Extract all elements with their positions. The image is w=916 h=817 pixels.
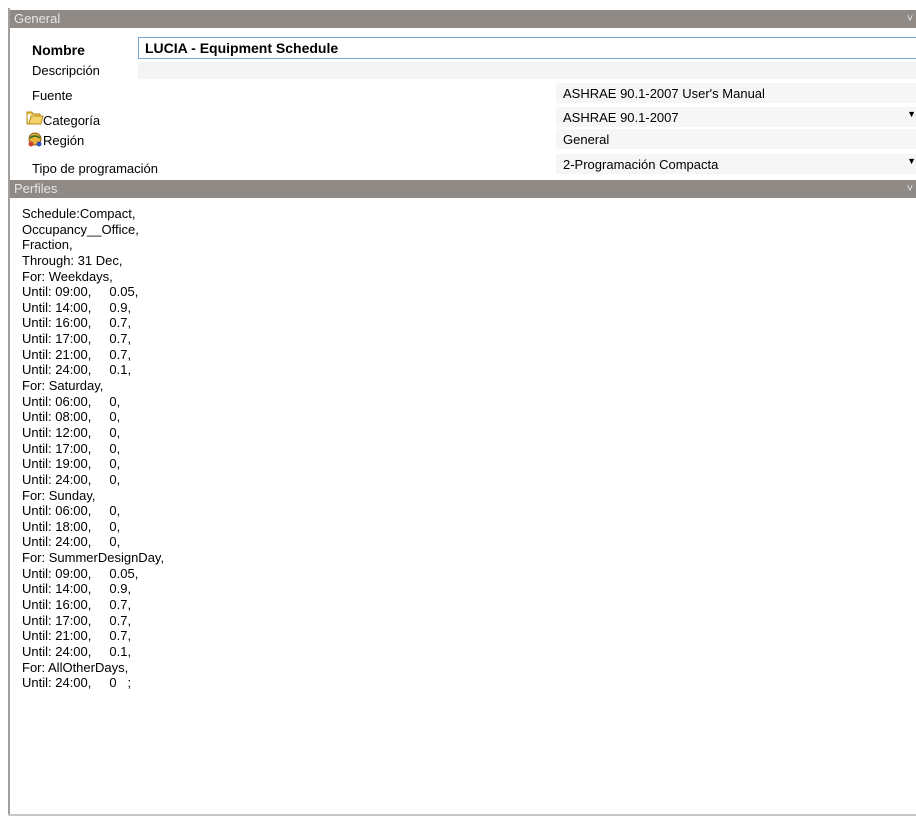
fuente-value[interactable]: ASHRAE 90.1-2007 User's Manual <box>563 86 765 101</box>
profile-line: For: Saturday, <box>22 378 104 394</box>
profile-line: Until: 16:00, 0.7, <box>22 597 132 613</box>
descripcion-input[interactable] <box>138 62 916 79</box>
properties-panel: General ˅ Nombre LUCIA - Equipment Sched… <box>0 0 916 817</box>
profile-line: For: SummerDesignDay, <box>22 550 165 566</box>
profile-line: Until: 09:00, 0.05, <box>22 565 139 581</box>
profile-line: Until: 24:00, 0.1, <box>22 362 132 378</box>
perfiles-section-header[interactable]: Perfiles ˅ <box>10 180 916 198</box>
profile-line: For: Sunday, <box>22 487 96 503</box>
profile-line: Until: 09:00, 0.05, <box>22 284 139 300</box>
dropdown-arrow-icon[interactable]: ▼ <box>907 109 916 119</box>
region-value[interactable]: General <box>563 132 609 147</box>
categoria-value[interactable]: ASHRAE 90.1-2007 <box>563 110 679 125</box>
tipo-label: Tipo de programación <box>32 161 158 176</box>
profile-line: Until: 12:00, 0, <box>22 424 121 440</box>
profile-line: Schedule:Compact, <box>22 206 136 221</box>
profile-line: Until: 18:00, 0, <box>22 518 121 534</box>
perfiles-section-title: Perfiles <box>14 181 58 196</box>
profile-line: Until: 06:00, 0, <box>22 393 121 409</box>
fuente-label: Fuente <box>32 88 73 103</box>
dropdown-arrow-icon[interactable]: ▼ <box>907 156 916 166</box>
profile-line: Until: 14:00, 0.9, <box>22 581 132 597</box>
profile-line: Until: 24:00, 0, <box>22 534 121 550</box>
folder-icon <box>26 111 44 125</box>
tipo-value[interactable]: 2-Programación Compacta <box>563 157 718 172</box>
profile-line: For: Weekdays, <box>22 268 113 284</box>
profile-line: Through: 31 Dec, <box>22 252 123 268</box>
nombre-row: Nombre LUCIA - Equipment Schedule <box>10 36 916 59</box>
panel-bottom-border <box>8 814 916 816</box>
fuente-row[interactable]: Fuente ASHRAE 90.1-2007 User's Manual <box>10 83 916 105</box>
profile-line: Until: 17:00, 0, <box>22 440 121 456</box>
profile-line: Until: 17:00, 0.7, <box>22 331 132 347</box>
general-section-header[interactable]: General ˅ <box>10 10 916 28</box>
profile-line: Until: 06:00, 0, <box>22 503 121 519</box>
nombre-label: Nombre <box>32 42 85 58</box>
profile-line: Until: 16:00, 0.7, <box>22 315 132 331</box>
descripcion-label: Descripción <box>32 63 100 78</box>
categoria-label: Categoría <box>43 113 101 128</box>
profile-line: Until: 17:00, 0.7, <box>22 612 132 628</box>
profile-line: For: AllOtherDays, <box>22 659 129 675</box>
profile-line: Until: 14:00, 0.9, <box>22 299 132 315</box>
nombre-input[interactable]: LUCIA - Equipment Schedule <box>138 37 916 59</box>
globe-people-icon <box>28 132 42 147</box>
profile-text-area[interactable]: Schedule:Compact, Occupancy__Office, Fract… <box>22 206 902 691</box>
tipo-row[interactable]: Tipo de programación 2-Programación Comp… <box>10 154 916 176</box>
descripcion-row: Descripción <box>10 61 916 83</box>
categoria-row[interactable]: Categoría ASHRAE 90.1-2007 ▼ <box>10 107 916 129</box>
region-row[interactable]: Región General <box>10 129 916 151</box>
profile-line: Until: 21:00, 0.7, <box>22 346 132 362</box>
profile-line: Until: 24:00, 0 ; <box>22 675 132 691</box>
region-label: Región <box>43 133 85 148</box>
region-value-bg <box>556 129 916 149</box>
chevron-collapse-icon[interactable]: ˅ <box>904 180 916 198</box>
general-section-title: General <box>14 11 61 26</box>
profile-line: Until: 08:00, 0, <box>22 409 121 425</box>
profile-line: Until: 21:00, 0.7, <box>22 628 132 644</box>
profile-line: Until: 24:00, 0.1, <box>22 643 132 659</box>
profile-line: Until: 24:00, 0, <box>22 471 121 487</box>
chevron-collapse-icon[interactable]: ˅ <box>904 10 916 28</box>
profile-line: Fraction, <box>22 237 73 253</box>
profile-line: Occupancy__Office, <box>22 221 139 237</box>
profile-line: Until: 19:00, 0, <box>22 456 121 472</box>
